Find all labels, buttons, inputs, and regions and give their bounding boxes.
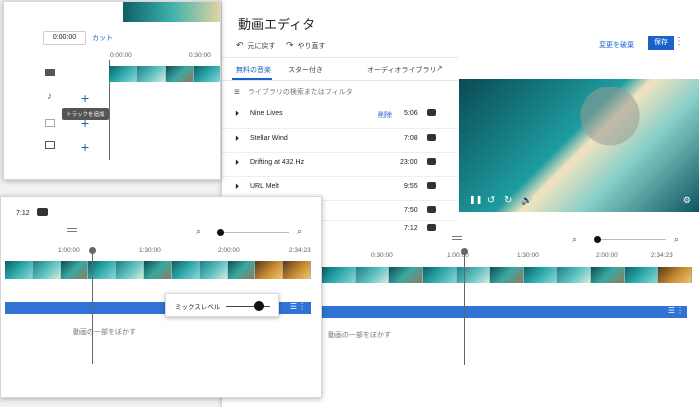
zoom-in-icon[interactable]: ⌕ [674,234,679,245]
page-title: 動画エディタ [238,17,316,32]
playhead-knob[interactable] [461,248,468,255]
undo-button[interactable]: ↶ 元に戻す [236,40,276,51]
pause-icon[interactable]: ❚❚ [469,195,482,204]
youtube-icon[interactable] [37,208,48,216]
youtube-icon[interactable] [427,109,436,116]
video-preview[interactable]: ❚❚ ↺ ↻ 🔊 ⚙ [459,79,699,212]
youtube-icon[interactable] [427,224,436,231]
tab-starred[interactable]: スター付き [288,65,323,75]
search-input[interactable]: ライブラリの検索またはフィルタ [248,87,353,97]
ruler: 0:00:00 0:30:00 [110,52,211,59]
zoom-slider[interactable] [217,229,289,236]
save-button[interactable]: 保存 [648,36,674,50]
zoom-in-icon[interactable]: ⌕ [297,226,302,237]
filter-icon: ≡ [234,86,240,98]
play-icon[interactable]: ⏵ [235,134,239,144]
redo-icon: ↷ [286,40,294,50]
duration-label: 7:12 [16,210,30,217]
timeline-panel: 7:12 ⌕ ⌕ 1:00:00 1:30:00 2:00:00 2:34:23… [0,196,322,398]
playhead-line[interactable] [464,250,465,365]
library-tabs: 無料の音楽 スター付き オーディオライブラリ ↗ [222,57,458,81]
list-item[interactable]: ⏵ Nine Lives 削除 5:06 [222,104,458,128]
rewind-icon[interactable]: ↺ [487,195,495,206]
audio-track[interactable]: ☰ ⋮ [322,306,687,318]
volume-icon[interactable]: 🔊 [521,195,532,206]
mix-level-popup[interactable]: ミックスレベル [165,293,279,317]
zoom-slider[interactable] [594,236,666,243]
youtube-icon[interactable] [427,182,436,189]
zoom-thumb[interactable] [217,229,224,236]
mix-level-slider[interactable] [226,301,270,311]
subtitles-icon [45,119,55,127]
playhead-line[interactable] [92,249,93,364]
time-input[interactable]: 0:00:00 [43,31,86,45]
drag-handle-icon[interactable] [67,228,77,232]
play-icon[interactable]: ⏵ [235,158,239,168]
track-panel: 0:00:00 カット 0:00:00 0:30:00 ♪ + + + トラック… [3,1,221,180]
search-filter-row[interactable]: ≡ ライブラリの検索またはフィルタ [234,84,454,100]
blur-track-label: 動画の一部をぼかす [328,332,391,339]
video-track[interactable] [322,267,693,283]
more-options-icon[interactable]: ⋮ [298,302,306,311]
tab-audio-library[interactable]: オーディオライブラリ [367,65,437,75]
settings-icon[interactable]: ⚙ [683,195,691,206]
mix-level-thumb[interactable] [254,301,264,311]
youtube-icon[interactable] [427,158,436,165]
redo-button[interactable]: ↷ やり直す [286,40,326,51]
zoom-thumb[interactable] [594,236,601,243]
zoom-out-icon[interactable]: ⌕ [572,234,577,245]
more-menu-icon[interactable]: ⋮ [674,36,684,47]
play-icon[interactable]: ⏵ [235,109,239,119]
equalizer-icon[interactable]: ☰ [668,306,675,315]
external-link-icon[interactable]: ↗ [436,64,443,73]
list-item[interactable]: ⏵ Drifting at 432 Hz 23:00 [222,152,458,176]
rock-shapes [551,87,669,159]
youtube-icon[interactable] [427,134,436,141]
video-icon [45,69,55,76]
youtube-icon[interactable] [427,206,436,213]
forward-icon[interactable]: ↻ [504,195,512,206]
add-track-button[interactable]: + [81,139,89,155]
picture-in-picture-icon [45,141,55,149]
cut-button[interactable]: カット [92,33,113,43]
mix-level-label: ミックスレベル [175,304,221,311]
play-icon[interactable]: ⏵ [235,182,239,192]
drag-handle-icon[interactable] [452,236,462,240]
timeline-ruler: 0:30:00 1:00:00 1:30:00 2:00:00 2:34:23 [371,252,673,259]
playhead-knob[interactable] [89,247,96,254]
timeline-ruler: 1:00:00 1:30:00 2:00:00 2:34:23 [58,247,311,254]
undo-icon: ↶ [236,40,244,50]
discard-changes-button[interactable]: 変更を破棄 [599,40,634,50]
zoom-out-icon[interactable]: ⌕ [196,226,201,237]
video-track[interactable] [5,261,311,279]
list-item[interactable]: ⏵ Stellar Wind 7:08 [222,128,458,152]
video-thumbnail [123,2,220,22]
equalizer-icon[interactable]: ☰ [290,302,297,311]
blur-track-label: 動画の一部をぼかす [73,329,136,336]
add-track-button[interactable]: + [81,90,89,106]
tab-free-music[interactable]: 無料の音楽 [236,65,271,75]
music-note-icon: ♪ [47,91,52,102]
more-options-icon[interactable]: ⋮ [676,306,684,315]
video-track[interactable] [109,66,220,82]
tooltip: トラックを追加 [62,108,109,120]
tab-active-underline [232,78,272,80]
